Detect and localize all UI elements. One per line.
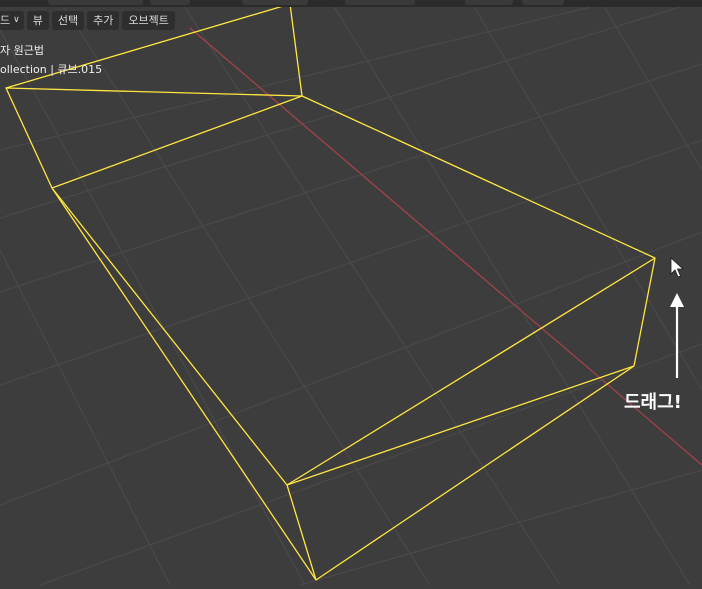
toolbar-field[interactable] [242, 0, 308, 5]
viewport-header: 드 ∨ 뷰 선택 추가 오브젝트 [0, 10, 175, 30]
toolbar-field[interactable] [345, 0, 415, 5]
menu-object[interactable]: 오브젝트 [122, 10, 175, 30]
toolbar-field[interactable] [150, 0, 190, 5]
floor-grid [0, 0, 702, 586]
drag-annotation-label: 드래그! [624, 392, 682, 413]
top-toolbar-strip [0, 0, 702, 7]
mouse-cursor-icon [670, 257, 685, 278]
menu-select[interactable]: 선택 [51, 10, 85, 30]
arrow-up-icon [670, 293, 684, 378]
view-name-text: 자 원근법 [0, 44, 44, 57]
collection-info-text: ollection | 큐브.015 [0, 63, 103, 76]
menu-add[interactable]: 추가 [87, 10, 120, 30]
chevron-down-icon: ∨ [13, 15, 20, 25]
menu-view[interactable]: 뷰 [26, 10, 49, 30]
toolbar-field[interactable] [465, 0, 513, 5]
mode-label: 드 [0, 13, 11, 27]
3d-viewport[interactable] [0, 0, 702, 586]
selected-cube-outline[interactable] [5, 3, 656, 581]
toolbar-field[interactable] [48, 0, 143, 5]
mode-dropdown[interactable]: 드 ∨ [0, 10, 24, 30]
toolbar-field[interactable] [522, 0, 564, 5]
viewport-canvas[interactable] [0, 0, 702, 586]
